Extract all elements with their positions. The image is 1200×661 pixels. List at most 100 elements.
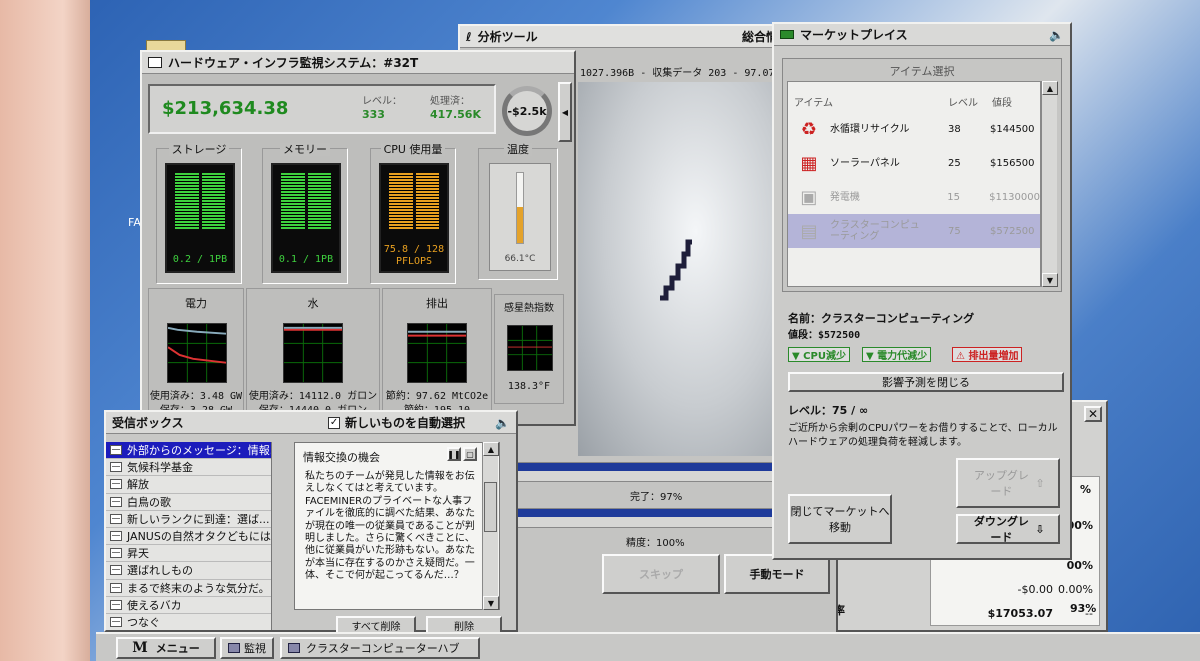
market-item-row[interactable]: ♻ 水循環リサイクル 38 $144500	[788, 112, 1040, 146]
monitor-task[interactable]: 監視	[220, 637, 274, 659]
mail-icon	[110, 531, 122, 542]
market-item-name: 発電機	[829, 191, 860, 203]
downgrade-button[interactable]: ダウングレード ⇩	[956, 514, 1060, 544]
message-subject: 情報交換の機会	[303, 451, 380, 464]
cluster-task-icon	[288, 643, 300, 653]
message-item[interactable]: まるで終末のような気分だ。	[106, 579, 271, 597]
analysis-canvas[interactable]	[578, 82, 774, 456]
market-item-level: 75	[948, 225, 961, 237]
analysis-signal	[660, 239, 692, 301]
item-list[interactable]: アイテム レベル 値段 ♻ 水循環リサイクル 38 $144500 ▦ ソーラーパネル 25…	[787, 81, 1041, 287]
item-list-scrollbar[interactable]: ▲ ▼	[1041, 81, 1058, 287]
memory-meter: メモリー 0.1 / 1PB	[262, 143, 348, 284]
emission-graph	[407, 323, 467, 383]
water-used: 使用済み：14112.0 ガロン	[248, 391, 378, 402]
market-item-price: $572500	[990, 225, 1035, 237]
message-item[interactable]: JANUSの自然オタクどもには...	[106, 527, 271, 546]
auto-select-checkbox[interactable]: ✓	[328, 416, 341, 429]
collapse-toggle[interactable]: ◀	[558, 82, 572, 142]
profit-cell: 0.00%	[1058, 583, 1093, 596]
cluster-computer-icon: ▤	[800, 220, 818, 242]
market-item-row[interactable]: ▦ ソーラーパネル 25 $156500	[788, 146, 1040, 180]
message-list[interactable]: 外部からのメッセージ：情報... 気候科学基金 解放 白鳥の歌 新しいランクに到達：選ば…	[106, 442, 272, 630]
message-panel: 情報交換の機会 ❚❚ ▢ 私たちのチームが発見した情報をお伝えしなくてはと考えて…	[294, 442, 500, 610]
downgrade-label: ダウングレード	[973, 515, 1029, 544]
message-item[interactable]: 選ばれしもの	[106, 562, 271, 580]
message-items: 外部からのメッセージ：情報... 気候科学基金 解放 白鳥の歌 新しいランクに到達：選ば…	[106, 442, 271, 630]
auto-select-label[interactable]: 新しいものを自動選択	[345, 414, 465, 431]
processed-label: 処理済：	[430, 96, 470, 107]
inbox-title: 受信ボックス	[112, 416, 184, 430]
col-level: レベル	[948, 98, 978, 109]
mail-icon	[110, 565, 122, 576]
market-item-name: 水循環リサイクル	[830, 123, 910, 135]
heat-value: 138.3°F	[507, 381, 551, 392]
mail-icon	[110, 599, 122, 610]
inbox-speaker-icon[interactable]: 🔈	[495, 416, 510, 430]
hardware-titlebar[interactable]: ハードウェア・インフラ監視システム：#32T	[142, 52, 574, 74]
market-item-price: $156500	[990, 157, 1035, 169]
close-icon[interactable]: ✕	[1084, 406, 1102, 422]
message-item[interactable]: 気候科学基金	[106, 459, 271, 477]
water-graph	[283, 323, 343, 383]
message-item[interactable]: 使えるバカ	[106, 596, 271, 614]
card-icon	[780, 30, 794, 39]
speaker-icon[interactable]: 🔈	[1049, 28, 1064, 42]
message-scroll-up-icon[interactable]: ▲	[483, 442, 499, 456]
skip-button[interactable]: スキップ	[602, 554, 720, 594]
market-item-level: 38	[948, 123, 961, 135]
menu-button[interactable]: M メニュー	[116, 637, 216, 659]
market-item-level: 25	[948, 157, 961, 169]
cpu-value: 75.8 / 128	[383, 244, 445, 255]
app-logo-icon: M	[132, 640, 148, 656]
message-item[interactable]: 解放	[106, 476, 271, 494]
scroll-down-icon[interactable]: ▼	[1042, 273, 1058, 287]
message-item[interactable]: 外部からのメッセージ：情報...	[106, 442, 271, 460]
pause-icon[interactable]: ❚❚	[447, 447, 461, 461]
message-item[interactable]: 新しいランクに到達：選ば...	[106, 510, 271, 528]
scroll-up-icon[interactable]: ▲	[1042, 81, 1058, 95]
cpu-screen: 75.8 / 128 PFLOPS	[379, 163, 449, 273]
analysis-status: 1027.396B - 収集データ 203 - 97.07%	[580, 68, 781, 79]
message-item[interactable]: つなぐ	[106, 613, 271, 630]
monitor-task-icon	[228, 643, 240, 653]
processed-value: 417.56K	[430, 108, 481, 121]
manual-mode-button[interactable]: 手動モード	[724, 554, 830, 594]
marketplace-titlebar[interactable]: マーケットプレイス 🔈	[774, 24, 1070, 46]
heat-panel: 感星熱指数 138.3°F	[494, 294, 564, 404]
emission-effect-tag: ⚠ 排出量増加	[952, 347, 1023, 362]
market-item-row[interactable]: ▤ クラスターコンピュ ーティング 75 $572500	[788, 214, 1040, 248]
page-icon[interactable]: ▢	[463, 447, 477, 461]
market-item-price: $1130000	[989, 191, 1040, 203]
margin-value: 93%	[1070, 602, 1097, 615]
upgrade-button[interactable]: アップグレード ⇧	[956, 458, 1060, 508]
done-label: 完了：97%	[630, 492, 683, 503]
close-and-go-button[interactable]: 閉じてマーケットへ移動	[788, 494, 892, 544]
rate-gauge: -$2.5k	[502, 86, 552, 136]
profit-cell: 00%	[1066, 559, 1093, 572]
monitor-bezel	[0, 0, 90, 661]
mail-icon	[110, 513, 122, 524]
message-item[interactable]: 昇天	[106, 545, 271, 563]
inbox-titlebar[interactable]: 受信ボックス ✓ 新しいものを自動選択 🔈	[106, 412, 516, 434]
close-prediction-button[interactable]: 影響予測を閉じる	[788, 372, 1064, 392]
message-item[interactable]: 白鳥の歌	[106, 493, 271, 511]
storage-meter: ストレージ 0.2 / 1PB	[156, 143, 242, 284]
emission-label: 排出	[426, 297, 448, 310]
temperature-label: 温度	[504, 143, 532, 156]
cpu-unit: PFLOPS	[395, 256, 433, 267]
market-item-row[interactable]: ▣ 発電機 15 $1130000	[788, 180, 1040, 214]
emission-panel: 排出 節約：97.62 MtCO2e 節約：195.10 MtCO2e	[382, 288, 492, 427]
message-scrollbar[interactable]: ▲ ▼	[482, 442, 499, 610]
power-effect-tag: ▼ 電力代減少	[862, 347, 932, 362]
message-scroll-thumb[interactable]	[484, 482, 497, 532]
cluster-hub-task[interactable]: クラスターコンピューターハブ	[280, 637, 480, 659]
message-item-label: 昇天	[127, 547, 149, 561]
hw-summary: $213,634.38 レベル： 333 処理済： 417.56K	[148, 84, 496, 134]
water-label: 水	[307, 297, 319, 310]
message-scroll-down-icon[interactable]: ▼	[483, 596, 499, 610]
message-body: 私たちのチームが発見した情報をお伝えしなくてはと考えています。FACEMINER…	[305, 471, 475, 582]
storage-label: ストレージ	[168, 143, 230, 156]
mail-icon	[110, 496, 122, 507]
item-description: ご近所から余剰のCPUパワーをお借りすることで、ローカルハードウェアの処理負荷を…	[788, 423, 1058, 448]
